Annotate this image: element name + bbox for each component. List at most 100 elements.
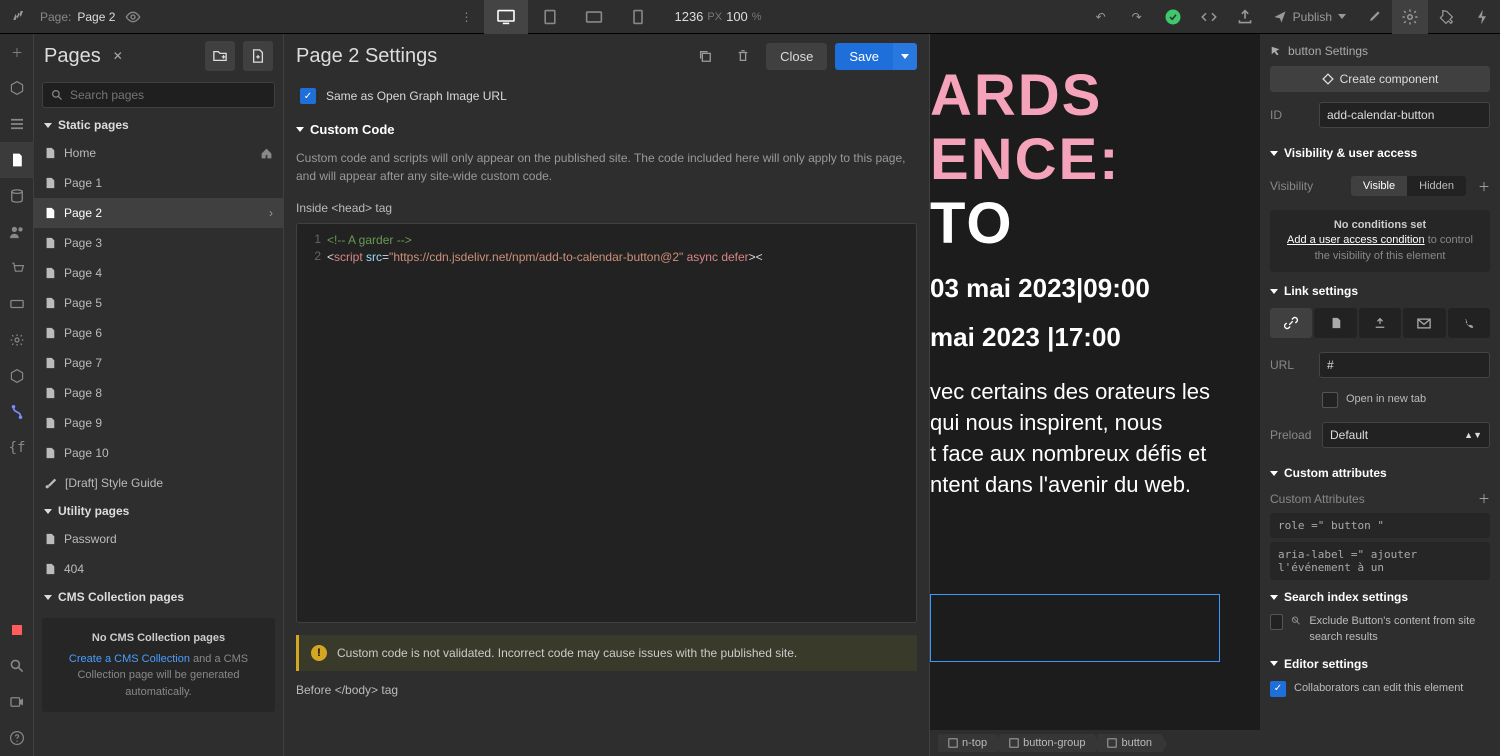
audit-icon[interactable] (0, 612, 34, 648)
add-condition-link[interactable]: Add a user access condition (1287, 234, 1425, 246)
save-dropdown-icon[interactable] (893, 43, 917, 70)
component-icon (1322, 73, 1334, 85)
video-icon[interactable] (0, 684, 34, 720)
breadcrumb-item[interactable]: n-top (938, 734, 997, 752)
conditions-hint: No conditions set Add a user access cond… (1270, 210, 1490, 272)
page-item[interactable]: Page 3 (34, 228, 283, 258)
brackets-icon[interactable]: {f (0, 430, 34, 466)
new-tab-checkbox[interactable]: Open in new tab (1270, 388, 1490, 412)
hidden-toggle[interactable]: Hidden (1407, 176, 1466, 196)
breadcrumb-item[interactable]: button (1097, 734, 1162, 752)
page-item[interactable]: Page 9 (34, 408, 283, 438)
design-canvas[interactable]: ARDS ENCE: TO 03 mai 2023|09:00 mai 2023… (930, 34, 1260, 756)
undo-icon[interactable]: ↶ (1083, 0, 1119, 34)
collaborators-edit-checkbox[interactable]: ✓ Collaborators can edit this element (1270, 677, 1490, 701)
tablet-landscape-button[interactable] (572, 0, 616, 34)
ecommerce-icon[interactable] (0, 250, 34, 286)
link-url-tab[interactable] (1270, 308, 1312, 338)
preload-select[interactable]: Default▲▼ (1322, 422, 1490, 448)
url-label: URL (1270, 358, 1311, 372)
desktop-device-button[interactable] (484, 0, 528, 34)
new-folder-button[interactable] (205, 41, 235, 71)
tablet-device-button[interactable] (528, 0, 572, 34)
add-element-icon[interactable]: ＋ (0, 34, 34, 70)
id-input[interactable] (1319, 102, 1490, 128)
box-icon[interactable] (0, 70, 34, 106)
breadcrumb-item[interactable]: button-group (999, 734, 1095, 752)
page-item[interactable]: Page 7 (34, 348, 283, 378)
copy-icon[interactable] (690, 49, 720, 63)
export-icon[interactable] (1227, 0, 1263, 34)
page-item[interactable]: [Draft] Style Guide (34, 468, 283, 498)
logic-icon[interactable] (0, 286, 34, 322)
search-index-header[interactable]: Search index settings (1270, 582, 1490, 610)
menu-dots-icon[interactable]: ⋮ (448, 10, 484, 24)
url-input[interactable] (1319, 352, 1490, 378)
add-visibility-icon[interactable]: ＋ (1478, 178, 1490, 195)
head-tag-label: Inside <head> tag (296, 197, 917, 223)
page-item[interactable]: Page 10 (34, 438, 283, 468)
visible-toggle[interactable]: Visible (1351, 176, 1407, 196)
link-settings-header[interactable]: Link settings (1270, 276, 1490, 304)
page-item[interactable]: Page 8 (34, 378, 283, 408)
link-phone-tab[interactable] (1448, 308, 1490, 338)
attribute-row[interactable]: aria-label =" ajouter l'événement à un (1270, 542, 1490, 580)
link-section-tab[interactable] (1359, 308, 1401, 338)
assets-icon[interactable] (0, 358, 34, 394)
close-panel-icon[interactable]: ✕ (113, 49, 123, 63)
help-icon[interactable] (0, 720, 34, 756)
code-icon[interactable] (1191, 0, 1227, 34)
page-item[interactable]: Home (34, 138, 283, 168)
editor-settings-header[interactable]: Editor settings (1270, 649, 1490, 677)
interactions-icon[interactable] (1428, 0, 1464, 34)
visibility-label: Visibility (1270, 179, 1313, 193)
preview-icon[interactable] (125, 9, 141, 25)
cms-icon[interactable] (0, 178, 34, 214)
page-item[interactable]: Password (34, 524, 283, 554)
exclude-search-checkbox[interactable]: Exclude Button's content from site searc… (1270, 610, 1490, 649)
flow-icon[interactable] (0, 394, 34, 430)
publish-button[interactable]: Publish (1263, 10, 1356, 24)
custom-code-header[interactable]: Custom Code (296, 114, 917, 145)
brush-icon[interactable] (1356, 0, 1392, 34)
page-item[interactable]: Page 1 (34, 168, 283, 198)
page-item[interactable]: 404 (34, 554, 283, 584)
create-component-button[interactable]: Create component (1270, 66, 1490, 92)
visibility-section-header[interactable]: Visibility & user access (1270, 138, 1490, 166)
settings-icon[interactable] (0, 322, 34, 358)
page-item[interactable]: Page 6 (34, 318, 283, 348)
link-email-tab[interactable] (1403, 308, 1445, 338)
users-icon[interactable] (0, 214, 34, 250)
head-code-editor[interactable]: 12 <!-- A garder --> <script src="https:… (296, 223, 917, 623)
redo-icon[interactable]: ↷ (1119, 0, 1155, 34)
find-icon[interactable] (0, 648, 34, 684)
selected-element-outline[interactable] (930, 594, 1220, 662)
status-ok-icon[interactable] (1155, 0, 1191, 34)
add-attribute-icon[interactable]: ＋ (1478, 490, 1490, 507)
bolt-icon[interactable] (1464, 0, 1500, 34)
page-item[interactable]: Page 2› (34, 198, 283, 228)
custom-attr-header[interactable]: Custom attributes (1270, 458, 1490, 486)
webflow-logo[interactable] (0, 0, 34, 34)
page-item[interactable]: Page 5 (34, 288, 283, 318)
close-button[interactable]: Close (766, 43, 827, 70)
attribute-row[interactable]: role =" button " (1270, 513, 1490, 538)
delete-icon[interactable] (728, 49, 758, 63)
utility-pages-header[interactable]: Utility pages (34, 498, 283, 524)
pages-icon[interactable] (0, 142, 34, 178)
save-button[interactable]: Save (835, 43, 893, 70)
og-same-checkbox[interactable]: ✓ Same as Open Graph Image URL (300, 78, 917, 114)
search-pages-input[interactable] (42, 82, 275, 108)
new-page-button[interactable] (243, 41, 273, 71)
heading-1: ARDS (930, 64, 1210, 128)
check-icon: ✓ (300, 88, 316, 104)
no-cms-info: No CMS Collection pages Create a CMS Col… (42, 618, 275, 712)
page-item[interactable]: Page 4 (34, 258, 283, 288)
settings-gear-icon[interactable] (1392, 0, 1428, 34)
static-pages-header[interactable]: Static pages (34, 112, 283, 138)
create-cms-link[interactable]: Create a CMS Collection (69, 653, 190, 665)
cms-pages-header[interactable]: CMS Collection pages (34, 584, 283, 610)
mobile-device-button[interactable] (616, 0, 660, 34)
link-page-tab[interactable] (1314, 308, 1356, 338)
nav-icon[interactable] (0, 106, 34, 142)
